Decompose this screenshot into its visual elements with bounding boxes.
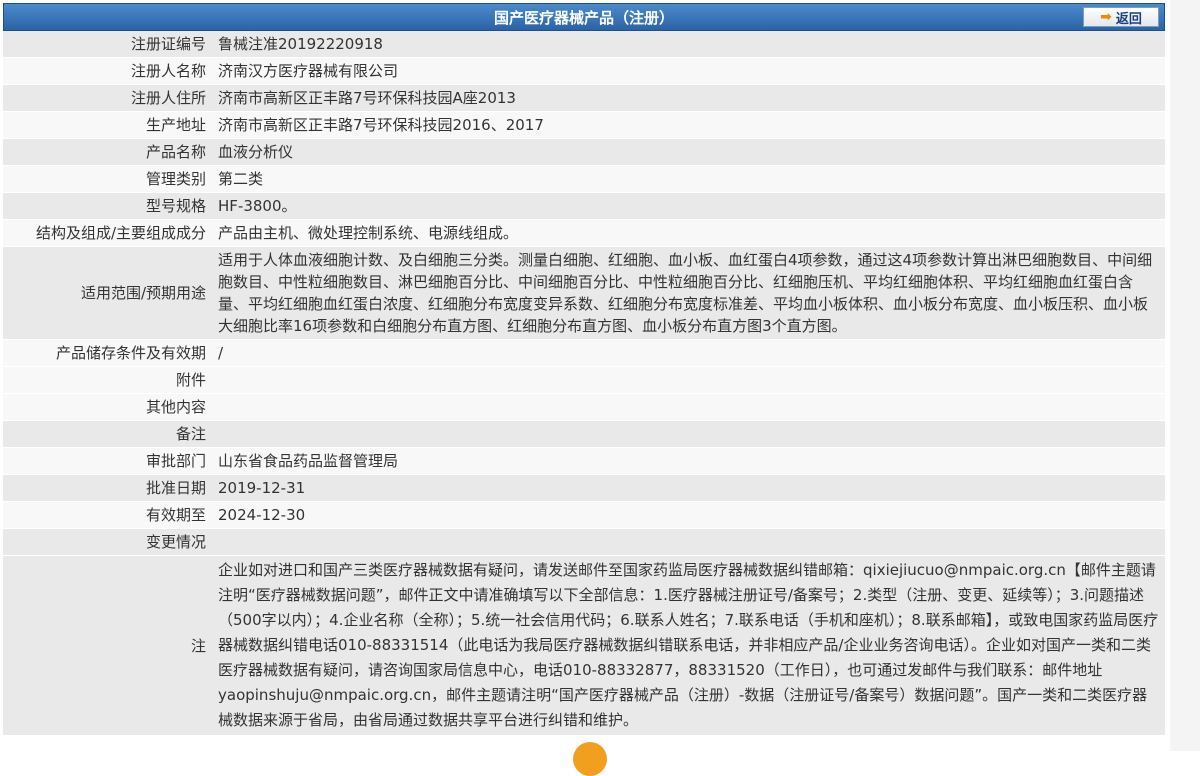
field-value: 济南汉方医疗器械有限公司 xyxy=(212,57,1165,85)
field-value: 第二类 xyxy=(212,165,1165,193)
field-value: 鲁械注准20192220918 xyxy=(212,31,1165,58)
field-label: 注册人名称 xyxy=(3,57,212,85)
field-label: 其他内容 xyxy=(3,393,212,421)
back-arrow-icon: ➡ xyxy=(1100,9,1112,25)
page-title: 国产医疗器械产品（注册） xyxy=(493,8,674,27)
field-label: 生产地址 xyxy=(3,111,212,139)
field-value xyxy=(212,528,1165,556)
table-row: 结构及组成/主要组成成分 产品由主机、微处理控制系统、电源线组成。 xyxy=(3,219,1165,247)
field-label: 审批部门 xyxy=(3,447,212,475)
back-button-label: 返回 xyxy=(1115,11,1142,27)
field-value: 2019-12-31 xyxy=(212,474,1165,502)
table-row: 变更情况 xyxy=(3,528,1165,556)
field-label: 注册证编号 xyxy=(3,31,212,58)
field-value: 济南市高新区正丰路7号环保科技园A座2013 xyxy=(212,84,1165,112)
field-value: / xyxy=(212,339,1165,367)
field-value: 产品由主机、微处理控制系统、电源线组成。 xyxy=(212,219,1165,247)
table-row: 批准日期 2019-12-31 xyxy=(3,474,1165,502)
field-value: 2024-12-30 xyxy=(212,501,1165,529)
table-row: 注册证编号 鲁械注准20192220918 xyxy=(3,31,1165,58)
field-value: 适用于人体血液细胞计数、及白细胞三分类。测量白细胞、红细胞、血小板、血红蛋白4项… xyxy=(212,246,1165,340)
table-row: 注册人住所 济南市高新区正丰路7号环保科技园A座2013 xyxy=(3,84,1165,112)
note-label: 注 xyxy=(3,555,212,736)
detail-panel: 国产医疗器械产品（注册） ➡ 返回 注册证编号 鲁械注准20192220918 … xyxy=(3,3,1165,736)
title-bar: 国产医疗器械产品（注册） ➡ 返回 xyxy=(3,3,1165,31)
back-button[interactable]: ➡ 返回 xyxy=(1083,7,1159,27)
table-row: 备注 xyxy=(3,420,1165,448)
field-value: 血液分析仪 xyxy=(212,138,1165,166)
table-row: 型号规格 HF-3800。 xyxy=(3,192,1165,220)
field-label: 产品储存条件及有效期 xyxy=(3,339,212,367)
table-row: 管理类别 第二类 xyxy=(3,165,1165,193)
field-label: 结构及组成/主要组成成分 xyxy=(3,219,212,247)
field-label: 产品名称 xyxy=(3,138,212,166)
table-row: 注册人名称 济南汉方医疗器械有限公司 xyxy=(3,57,1165,85)
field-label: 注册人住所 xyxy=(3,84,212,112)
detail-table: 注册证编号 鲁械注准20192220918 注册人名称 济南汉方医疗器械有限公司… xyxy=(3,31,1165,736)
table-row: 适用范围/预期用途 适用于人体血液细胞计数、及白细胞三分类。测量白细胞、红细胞、… xyxy=(3,246,1165,340)
field-label: 适用范围/预期用途 xyxy=(3,246,212,340)
table-row-note: 注 企业如对进口和国产三类医疗器械数据有疑问，请发送邮件至国家药监局医疗器械数据… xyxy=(3,555,1165,736)
table-row: 产品储存条件及有效期 / xyxy=(3,339,1165,367)
field-label: 批准日期 xyxy=(3,474,212,502)
field-label: 变更情况 xyxy=(3,528,212,556)
table-row: 附件 xyxy=(3,366,1165,394)
field-label: 备注 xyxy=(3,420,212,448)
field-value xyxy=(212,366,1165,394)
field-label: 型号规格 xyxy=(3,192,212,220)
field-label: 附件 xyxy=(3,366,212,394)
note-text: 企业如对进口和国产三类医疗器械数据有疑问，请发送邮件至国家药监局医疗器械数据纠错… xyxy=(212,555,1165,736)
floating-circle-icon[interactable] xyxy=(573,742,607,776)
table-row: 审批部门 山东省食品药品监督管理局 xyxy=(3,447,1165,475)
field-value: 山东省食品药品监督管理局 xyxy=(212,447,1165,475)
scrollbar[interactable] xyxy=(1170,0,1200,751)
field-value xyxy=(212,420,1165,448)
field-label: 有效期至 xyxy=(3,501,212,529)
table-row: 产品名称 血液分析仪 xyxy=(3,138,1165,166)
table-row: 生产地址 济南市高新区正丰路7号环保科技园2016、2017 xyxy=(3,111,1165,139)
field-value: HF-3800。 xyxy=(212,192,1165,220)
field-value xyxy=(212,393,1165,421)
table-row: 有效期至 2024-12-30 xyxy=(3,501,1165,529)
field-label: 管理类别 xyxy=(3,165,212,193)
field-value: 济南市高新区正丰路7号环保科技园2016、2017 xyxy=(212,111,1165,139)
table-row: 其他内容 xyxy=(3,393,1165,421)
